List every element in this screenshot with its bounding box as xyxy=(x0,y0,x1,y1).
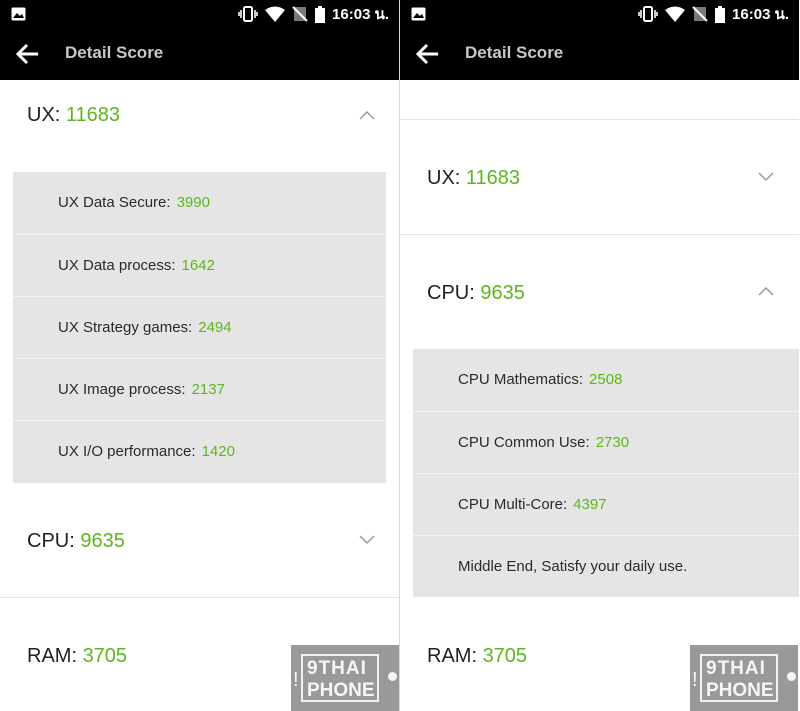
no-sim-icon xyxy=(292,6,308,22)
chevron-down-icon[interactable] xyxy=(359,535,375,545)
back-arrow-icon[interactable] xyxy=(414,40,442,68)
back-arrow-icon[interactable] xyxy=(14,40,42,68)
status-bar: 16:03 น. xyxy=(400,0,799,28)
list-item: UX Data Secure: 3990 xyxy=(58,194,210,211)
page-title: Detail Score xyxy=(465,43,564,62)
list-item: CPU Mathematics: 2508 xyxy=(458,371,623,388)
battery-icon xyxy=(715,5,726,23)
battery-icon xyxy=(315,5,326,23)
watermark-logo: ! 9THAI PHONE xyxy=(690,645,798,711)
ram-score-value: 3705 xyxy=(482,645,528,667)
divider xyxy=(400,234,799,235)
cpu-score-value: 9635 xyxy=(480,282,525,304)
vibrate-icon xyxy=(238,6,258,22)
ux-score-label: UX: 11683 xyxy=(27,104,121,126)
list-item: UX Image process: 2137 xyxy=(13,358,386,420)
chevron-up-icon[interactable] xyxy=(359,110,375,120)
cpu-score-label: CPU: 9635 xyxy=(27,530,125,552)
list-item: CPU Multi-Core: 4397 xyxy=(413,473,799,535)
divider xyxy=(400,119,799,120)
ux-score-value: 11683 xyxy=(65,104,121,126)
gallery-icon xyxy=(11,7,26,21)
cpu-summary-note: Middle End, Satisfy your daily use. xyxy=(413,535,799,597)
divider xyxy=(0,597,399,598)
ram-score-value: 3705 xyxy=(82,645,128,667)
list-item: UX I/O performance: 1420 xyxy=(13,420,386,482)
status-bar: 16:03 น. xyxy=(0,0,399,28)
wifi-icon xyxy=(665,6,686,22)
page-title: Detail Score xyxy=(65,43,164,62)
ux-score-value: 11683 xyxy=(465,167,521,189)
list-item: UX Strategy games: 2494 xyxy=(13,296,386,358)
chevron-up-icon[interactable] xyxy=(758,286,774,296)
chevron-down-icon[interactable] xyxy=(758,172,774,182)
ram-score-label: RAM: 3705 xyxy=(427,645,528,667)
status-time: 16:03 น. xyxy=(332,6,389,23)
right-screen: 16:03 น. Detail Score UX: 11683 CPU: 963… xyxy=(400,0,799,711)
app-bar: Detail Score xyxy=(400,28,799,80)
list-item: CPU Common Use: 2730 xyxy=(413,411,799,473)
left-screen: 16:03 น. Detail Score UX: 11683 UX Data … xyxy=(0,0,399,711)
ux-details-panel: UX Data Secure: 3990 UX Data process: 1642… xyxy=(13,172,386,483)
ram-score-label: RAM: 3705 xyxy=(27,645,128,667)
status-time: 16:03 น. xyxy=(732,6,789,23)
cpu-score-value: 9635 xyxy=(80,530,125,552)
gallery-icon xyxy=(411,7,426,21)
cpu-score-label: CPU: 9635 xyxy=(427,282,525,304)
no-sim-icon xyxy=(692,6,708,22)
vibrate-icon xyxy=(638,6,658,22)
wifi-icon xyxy=(265,6,286,22)
list-item: UX Data process: 1642 xyxy=(13,234,386,296)
cpu-details-panel: CPU Mathematics: 2508 CPU Common Use: 2730… xyxy=(413,349,799,597)
ux-score-label: UX: 11683 xyxy=(427,167,521,189)
watermark-logo: ! 9THAI PHONE xyxy=(291,645,399,711)
app-bar: Detail Score xyxy=(0,28,399,80)
